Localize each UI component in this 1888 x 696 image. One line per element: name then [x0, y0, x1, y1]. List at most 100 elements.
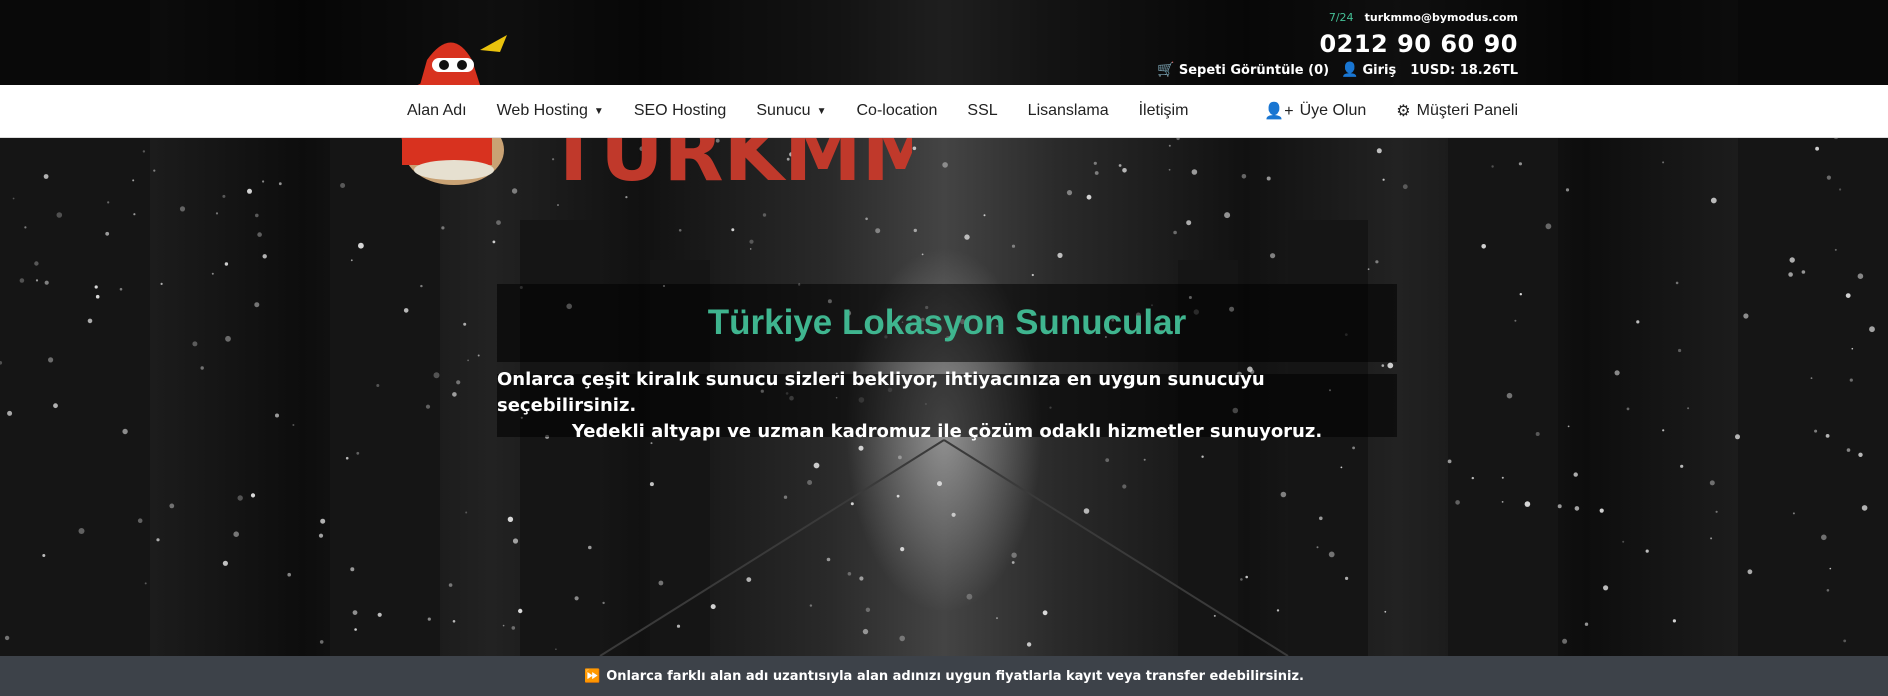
server-light [913, 228, 917, 233]
register-link[interactable]: 👤+ Üye Olun [1264, 101, 1366, 121]
shopping-cart-icon: 🛒 [1157, 62, 1175, 78]
server-light [1825, 434, 1830, 438]
server-light [1710, 197, 1717, 204]
nav-item-iletisim[interactable]: İletişim [1139, 102, 1189, 120]
register-label: Üye Olun [1299, 102, 1367, 119]
server-light [318, 533, 324, 538]
server-light [433, 372, 440, 379]
server-light [1057, 252, 1063, 258]
server-light [1481, 244, 1486, 249]
server-light [1861, 505, 1868, 511]
server-light [518, 608, 523, 614]
server-light [233, 531, 239, 537]
server-light [4, 635, 10, 641]
server-light [496, 220, 501, 226]
server-light [222, 560, 228, 566]
server-light [132, 179, 135, 182]
server-light [1519, 293, 1523, 296]
hero-description-box: Onlarca çeşit kiralık sunucu sizleri bek… [497, 369, 1397, 442]
server-light [898, 455, 902, 460]
server-light [1118, 164, 1122, 167]
hero-description-line-1: Onlarca çeşit kiralık sunucu sizleri bek… [497, 368, 1265, 416]
fast-forward-icon: ⏩ [584, 668, 601, 684]
server-light [1603, 585, 1609, 591]
server-light [156, 538, 160, 542]
server-light [1031, 273, 1034, 277]
nav-label: Web Hosting [496, 102, 588, 119]
nav-menu: Alan Adı Web Hosting ▼ SEO Hosting Sunucu… [407, 85, 1218, 137]
nav-label: Co-location [856, 102, 938, 119]
server-light [1122, 168, 1127, 173]
customer-panel-label: Müşteri Paneli [1416, 102, 1518, 119]
server-light [813, 462, 820, 469]
server-light [94, 285, 98, 289]
customer-panel-link[interactable]: ⚙ Müşteri Paneli [1396, 101, 1518, 121]
server-light [1636, 320, 1640, 324]
server-light [19, 278, 25, 283]
nav-label: İletişim [1138, 102, 1189, 119]
server-light [403, 308, 409, 313]
login-link[interactable]: Giriş [1363, 63, 1397, 78]
server-light [95, 294, 100, 299]
server-light [1846, 448, 1851, 452]
server-light [1710, 537, 1713, 540]
caret-down-icon: ▼ [593, 105, 604, 117]
server-light [574, 596, 579, 601]
server-light [1743, 313, 1749, 319]
server-light [1011, 552, 1017, 558]
server-light [875, 228, 881, 234]
server-light [1173, 230, 1177, 235]
server-light [862, 628, 869, 635]
server-light [783, 495, 788, 499]
nav-label: Lisanslama [1027, 102, 1109, 119]
user-plus-icon: 👤+ [1264, 103, 1294, 120]
server-light [1506, 392, 1513, 399]
server-light [1662, 429, 1665, 432]
nav-account: 👤+ Üye Olun ⚙ Müşteri Paneli [1264, 85, 1518, 137]
server-light [1851, 347, 1854, 350]
server-light [350, 259, 353, 262]
server-light [1678, 348, 1682, 353]
server-light [345, 456, 349, 460]
user-icon: 👤 [1341, 62, 1359, 78]
server-light [942, 162, 948, 168]
server-light [1186, 220, 1192, 226]
server-light [900, 547, 905, 552]
nav-item-sunucu[interactable]: Sunucu ▼ [756, 102, 826, 120]
server-light [492, 240, 496, 244]
server-light [452, 620, 456, 623]
server-light [1455, 500, 1460, 505]
server-light [809, 604, 813, 607]
nav-item-lisanslama[interactable]: Lisanslama [1028, 102, 1109, 120]
nav-item-web-hosting[interactable]: Web Hosting ▼ [497, 102, 604, 120]
server-light [1384, 610, 1387, 613]
server-light [676, 624, 681, 628]
server-light [859, 576, 864, 581]
server-light [937, 481, 942, 487]
server-light [35, 279, 39, 282]
server-light [1143, 458, 1146, 461]
phone-number[interactable]: 0212 90 60 90 [1157, 30, 1518, 58]
server-light [465, 511, 468, 514]
server-light [966, 593, 973, 600]
server-light [1402, 184, 1408, 190]
main-navbar: Alan Adı Web Hosting ▼ SEO Hosting Sunucu… [0, 85, 1888, 138]
nav-item-seo-hosting[interactable]: SEO Hosting [634, 102, 726, 120]
contact-email[interactable]: turkmmo@bymodus.com [1365, 11, 1518, 24]
server-light [1599, 508, 1604, 513]
server-light [749, 248, 752, 250]
nav-item-alan-adi[interactable]: Alan Adı [407, 102, 467, 120]
server-light [56, 212, 63, 218]
server-light [1501, 476, 1504, 479]
server-light [262, 180, 265, 183]
server-light [1869, 326, 1875, 333]
server-light [1810, 377, 1813, 379]
nav-item-ssl[interactable]: SSL [967, 102, 997, 120]
server-light [951, 512, 956, 517]
server-light [352, 610, 358, 615]
server-light [1843, 639, 1847, 643]
view-cart-link[interactable]: Sepeti Görüntüle (0) [1179, 63, 1329, 78]
nav-item-co-location[interactable]: Co-location [856, 102, 937, 120]
server-light [1514, 319, 1517, 322]
server-light [1328, 551, 1335, 558]
